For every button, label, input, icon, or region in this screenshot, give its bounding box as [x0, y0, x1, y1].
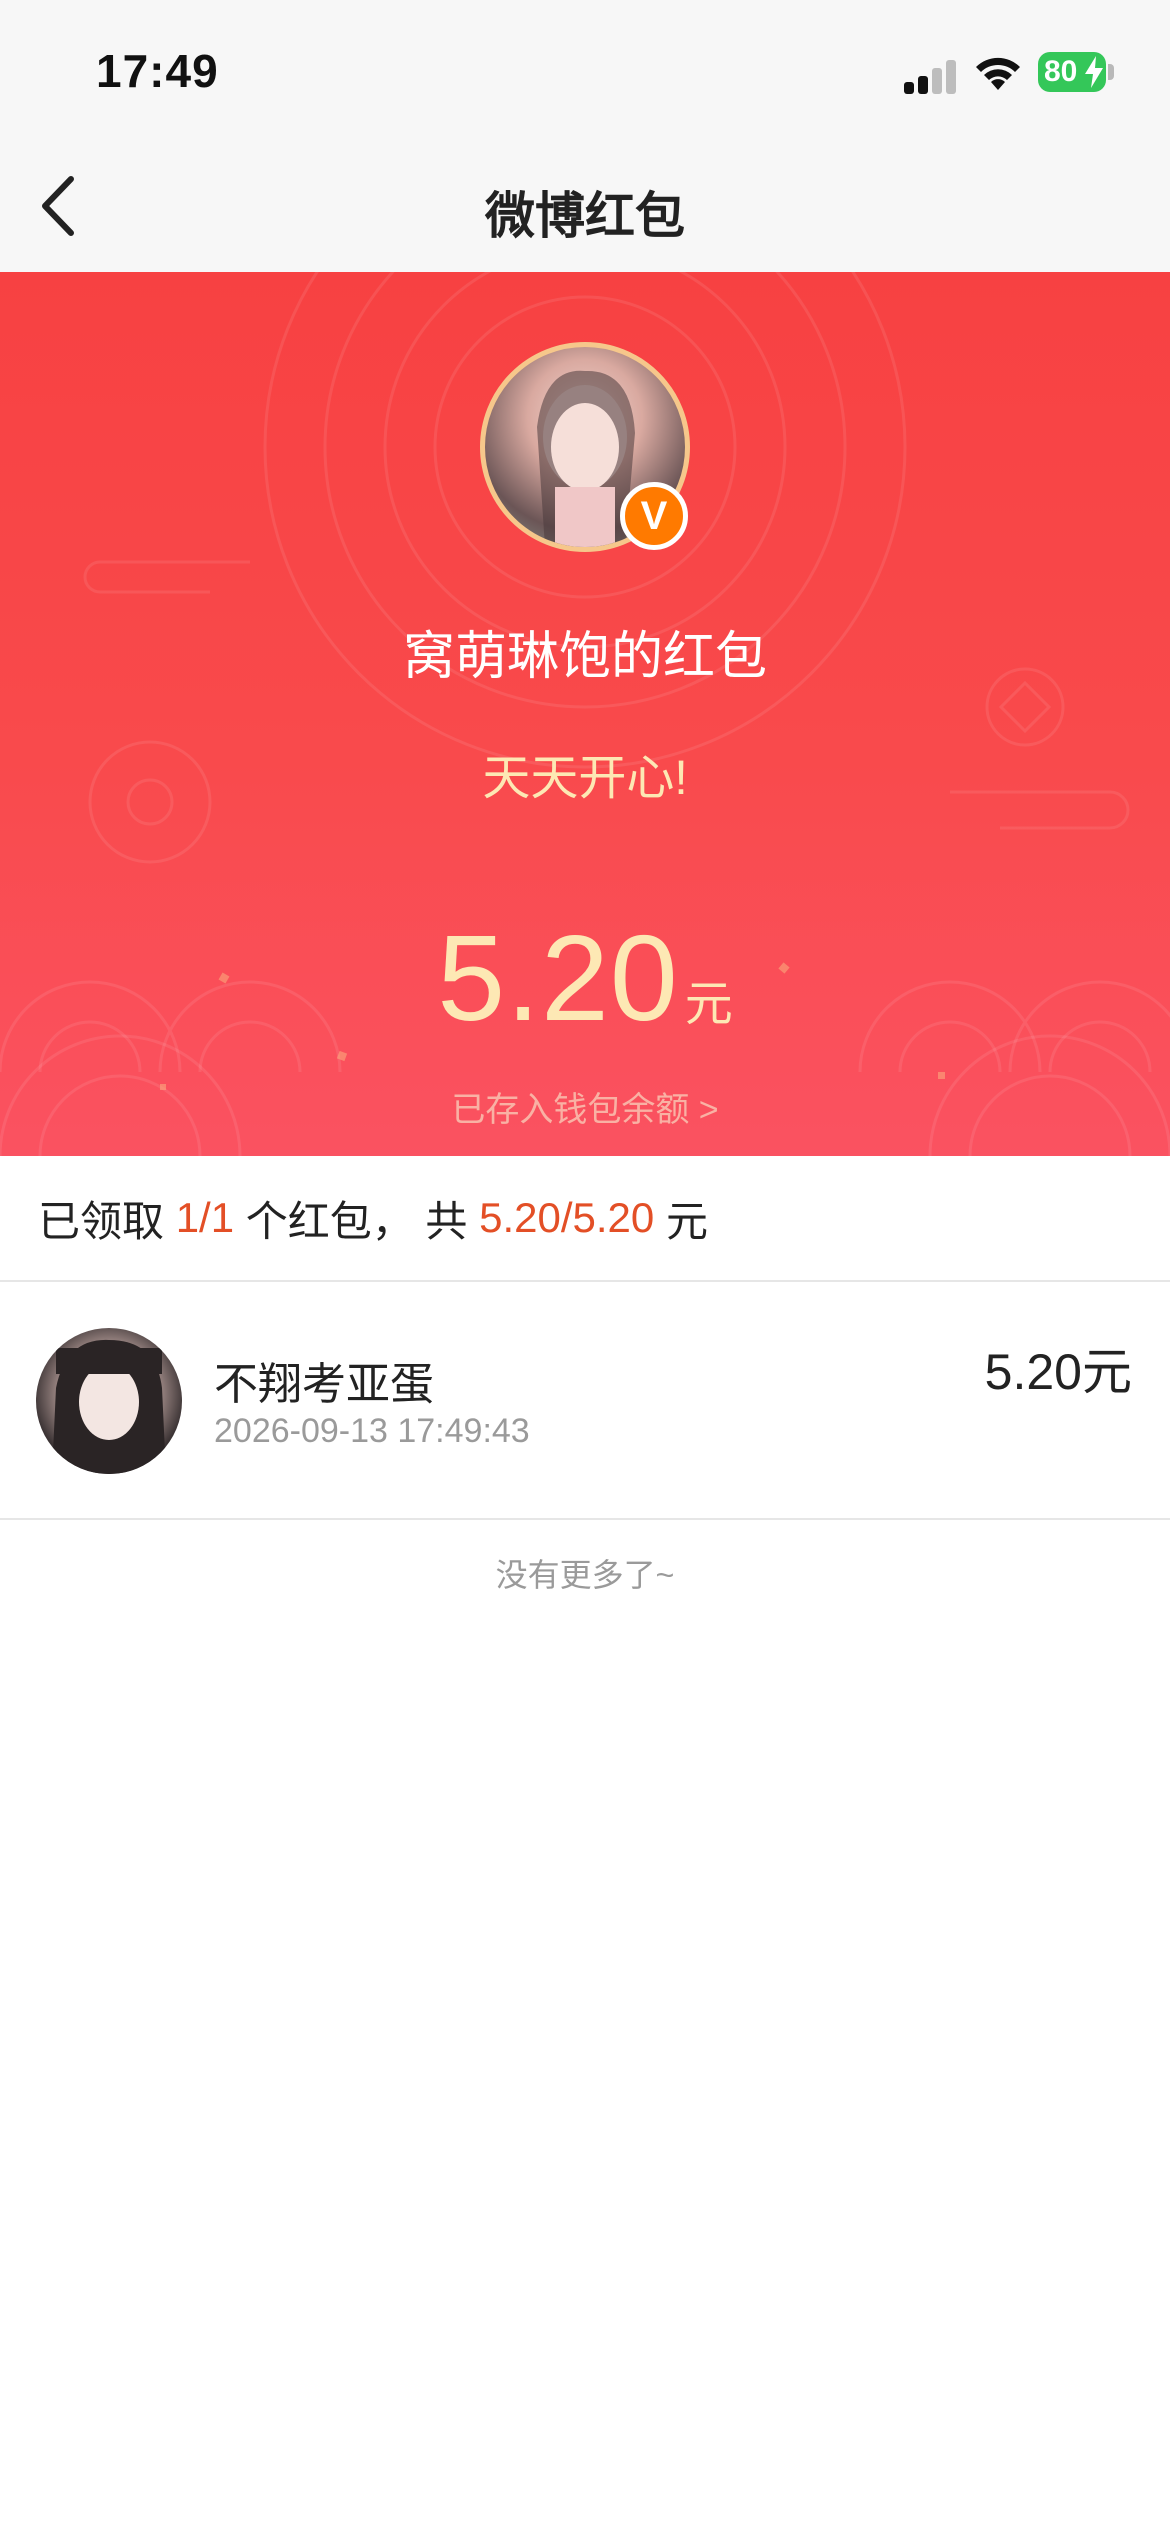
battery-level: 80 [1044, 55, 1078, 88]
wallet-balance-link[interactable]: 已存入钱包余额 > [0, 1082, 1170, 1131]
summary-prefix: 已领取 [38, 1197, 165, 1245]
summary-suffix: 元 [665, 1197, 708, 1245]
receiver-time: 2026-09-13 17:49:43 [214, 1412, 530, 1450]
status-bar: 17:49 80 [0, 0, 1170, 140]
greeting-message: 天天开心! [482, 752, 688, 805]
cellular-signal-icon [904, 58, 960, 94]
verified-badge: V [620, 482, 688, 550]
summary-total: 5.20/5.20 [479, 1194, 655, 1241]
summary-count: 1/1 [175, 1194, 235, 1241]
receiver-name: 不翔考亚蛋 [214, 1360, 434, 1409]
avatar-image [52, 1339, 166, 1474]
receiver-amount: 5.20元 [984, 1344, 1132, 1400]
amount-unit: 元 [684, 978, 733, 1031]
battery-tip [1108, 64, 1114, 80]
status-time: 17:49 [96, 45, 219, 97]
list-item[interactable]: 不翔考亚蛋 2026-09-13 17:49:43 5.20元 [0, 1282, 1170, 1520]
receiver-avatar[interactable] [36, 1328, 182, 1474]
red-packet-header: V 窝萌琳饱的红包 天天开心! 5.20 元 已存入钱包余额 > [0, 272, 1170, 1156]
wifi-icon [976, 57, 1020, 90]
amount-value: 5.20 [437, 910, 679, 1046]
charging-bolt-icon [1085, 56, 1103, 88]
claim-summary: 已领取 1/1 个红包， 共 5.20/5.20 元 [0, 1156, 1170, 1282]
page-title: 微博红包 [485, 188, 685, 244]
navigation-bar: 微博红包 [0, 140, 1170, 272]
amount-display: 5.20 元 [0, 908, 1170, 1048]
sender-name: 窝萌琳饱的红包 [402, 628, 767, 686]
summary-middle: 个红包， 共 [245, 1197, 468, 1245]
no-more-text: 没有更多了~ [495, 1557, 675, 1593]
